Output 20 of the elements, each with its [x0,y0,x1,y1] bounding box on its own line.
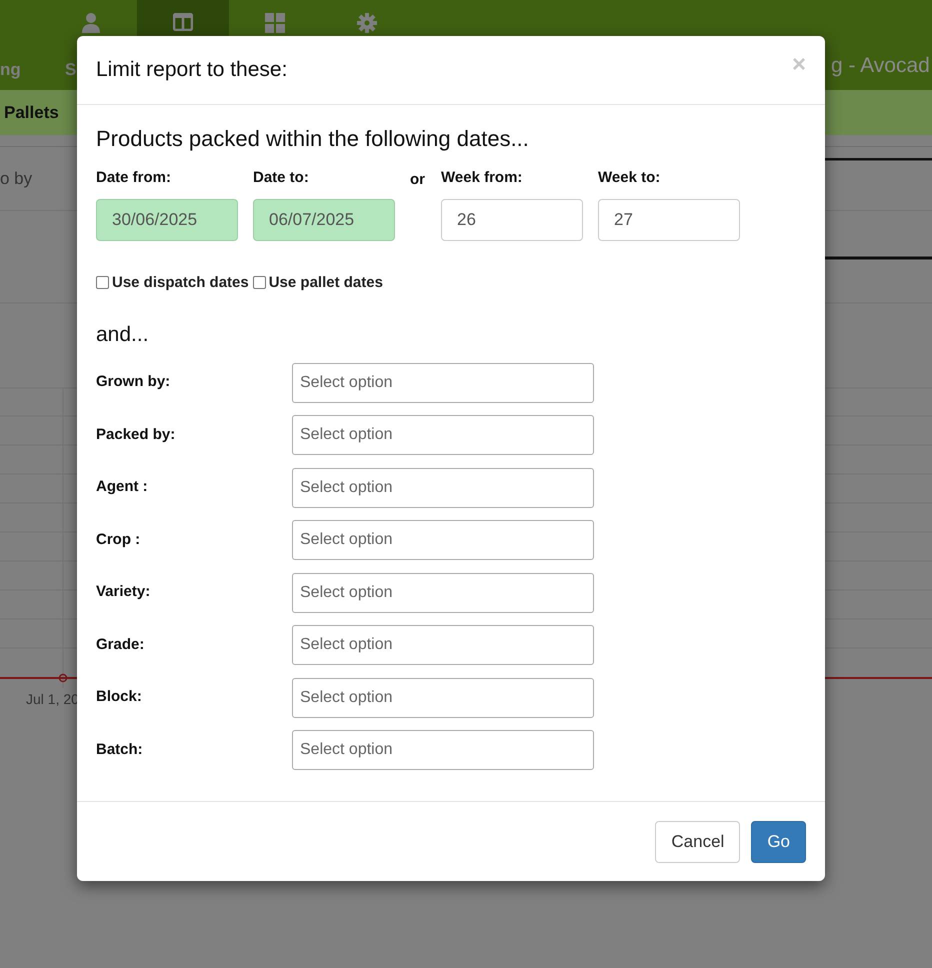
section-heading: Products packed within the following dates... [96,125,530,153]
field-label: Week to: [598,168,662,188]
group-by-label: o by [0,168,32,190]
field-label: Week from: [441,168,524,188]
app-title: g - Avocad [831,53,930,79]
filter-label: Block: [96,687,143,708]
field-label: Date to: [253,168,310,188]
or-label: or [410,170,426,190]
filter-label: Batch: [96,740,144,760]
filter-label: Crop : [96,530,142,550]
filter-label: Grade: [96,634,146,655]
filter-label: Variety: [96,582,152,602]
modal-title: Limit report to these: [96,57,288,84]
filter-label: Packed by: [96,424,176,445]
filter-label: Grown by: [96,372,172,392]
section-heading: and... [96,322,150,348]
filter-label: Agent : [96,477,149,498]
checkbox-label: Use dispatch dates [112,272,249,292]
field-label: Date from: [96,168,172,188]
checkbox-label: Use pallet dates [268,272,383,292]
